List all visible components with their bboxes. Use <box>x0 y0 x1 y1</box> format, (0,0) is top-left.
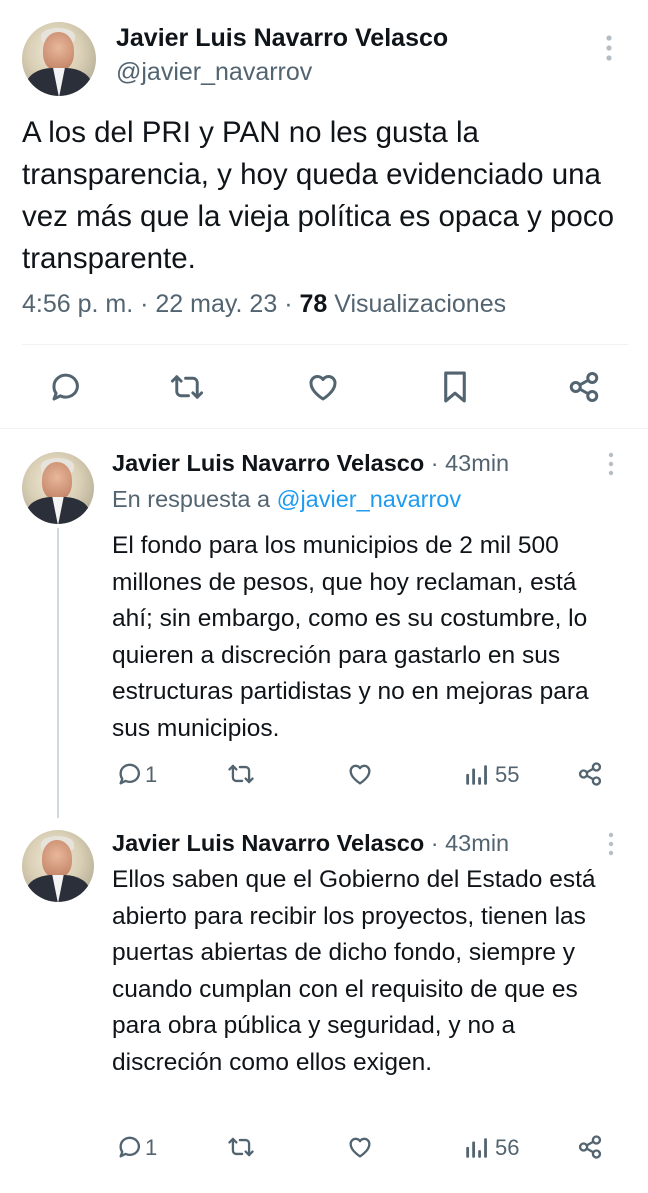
divider <box>0 428 648 429</box>
time-ago[interactable]: 43min <box>445 830 509 856</box>
separator: · <box>430 450 439 476</box>
share-icon[interactable] <box>576 760 604 788</box>
reply-count[interactable]: 1 <box>145 1135 157 1161</box>
reply-handle-link[interactable]: @javier_navarrov <box>277 486 462 512</box>
like-icon[interactable] <box>345 760 375 788</box>
reply-icon[interactable] <box>116 1133 144 1161</box>
thread-line <box>57 528 59 818</box>
share-icon[interactable] <box>576 1133 604 1161</box>
more-options-icon[interactable] <box>604 34 614 62</box>
author-handle[interactable]: @javier_navarrov <box>116 58 312 87</box>
avatar[interactable] <box>22 22 96 96</box>
separator: · <box>430 830 439 856</box>
time-ago[interactable]: 43min <box>445 450 509 476</box>
reply-icon[interactable] <box>116 760 144 788</box>
tweet-date[interactable]: 22 may. 23 <box>155 290 277 318</box>
author-name[interactable]: Javier Luis Navarro Velasco <box>116 24 448 53</box>
more-options-icon[interactable] <box>607 832 615 856</box>
retweet-icon[interactable] <box>226 760 256 788</box>
tweet-text: A los del PRI y PAN no les gusta la tran… <box>22 116 614 275</box>
tweet-text: El fondo para los municipios de 2 mil 50… <box>112 532 589 742</box>
like-icon[interactable] <box>304 369 342 405</box>
reply-to-line: En respuesta a @javier_navarrov <box>112 486 461 513</box>
divider <box>22 344 628 345</box>
reply-prefix: En respuesta a <box>112 486 271 512</box>
reply-icon[interactable] <box>48 369 84 405</box>
like-icon[interactable] <box>345 1133 375 1161</box>
views-label[interactable]: Visualizaciones <box>334 290 506 318</box>
tweet-text: Ellos saben que el Gobierno del Estado e… <box>112 866 596 1076</box>
author-name[interactable]: Javier Luis Navarro Velasco <box>112 450 424 476</box>
separator: · <box>140 290 149 318</box>
more-options-icon[interactable] <box>607 452 615 476</box>
views-count[interactable]: 56 <box>495 1135 519 1161</box>
reply-header: Javier Luis Navarro Velasco · 43min <box>112 450 509 477</box>
views-icon[interactable] <box>463 762 489 788</box>
separator: · <box>284 290 293 318</box>
tweet-meta: 4:56 p. m. · 22 may. 23 · 78 Visualizaci… <box>22 290 506 319</box>
tweet-time[interactable]: 4:56 p. m. <box>22 290 133 318</box>
views-icon[interactable] <box>463 1135 489 1161</box>
retweet-icon[interactable] <box>168 369 206 405</box>
avatar[interactable] <box>22 452 94 524</box>
views-count[interactable]: 78 <box>299 290 327 318</box>
reply-count[interactable]: 1 <box>145 762 157 788</box>
retweet-icon[interactable] <box>226 1133 256 1161</box>
views-count[interactable]: 55 <box>495 762 519 788</box>
share-icon[interactable] <box>566 369 602 405</box>
avatar[interactable] <box>22 830 94 902</box>
reply-header: Javier Luis Navarro Velasco · 43min <box>112 830 509 857</box>
author-name[interactable]: Javier Luis Navarro Velasco <box>112 830 424 856</box>
bookmark-icon[interactable] <box>438 368 472 406</box>
